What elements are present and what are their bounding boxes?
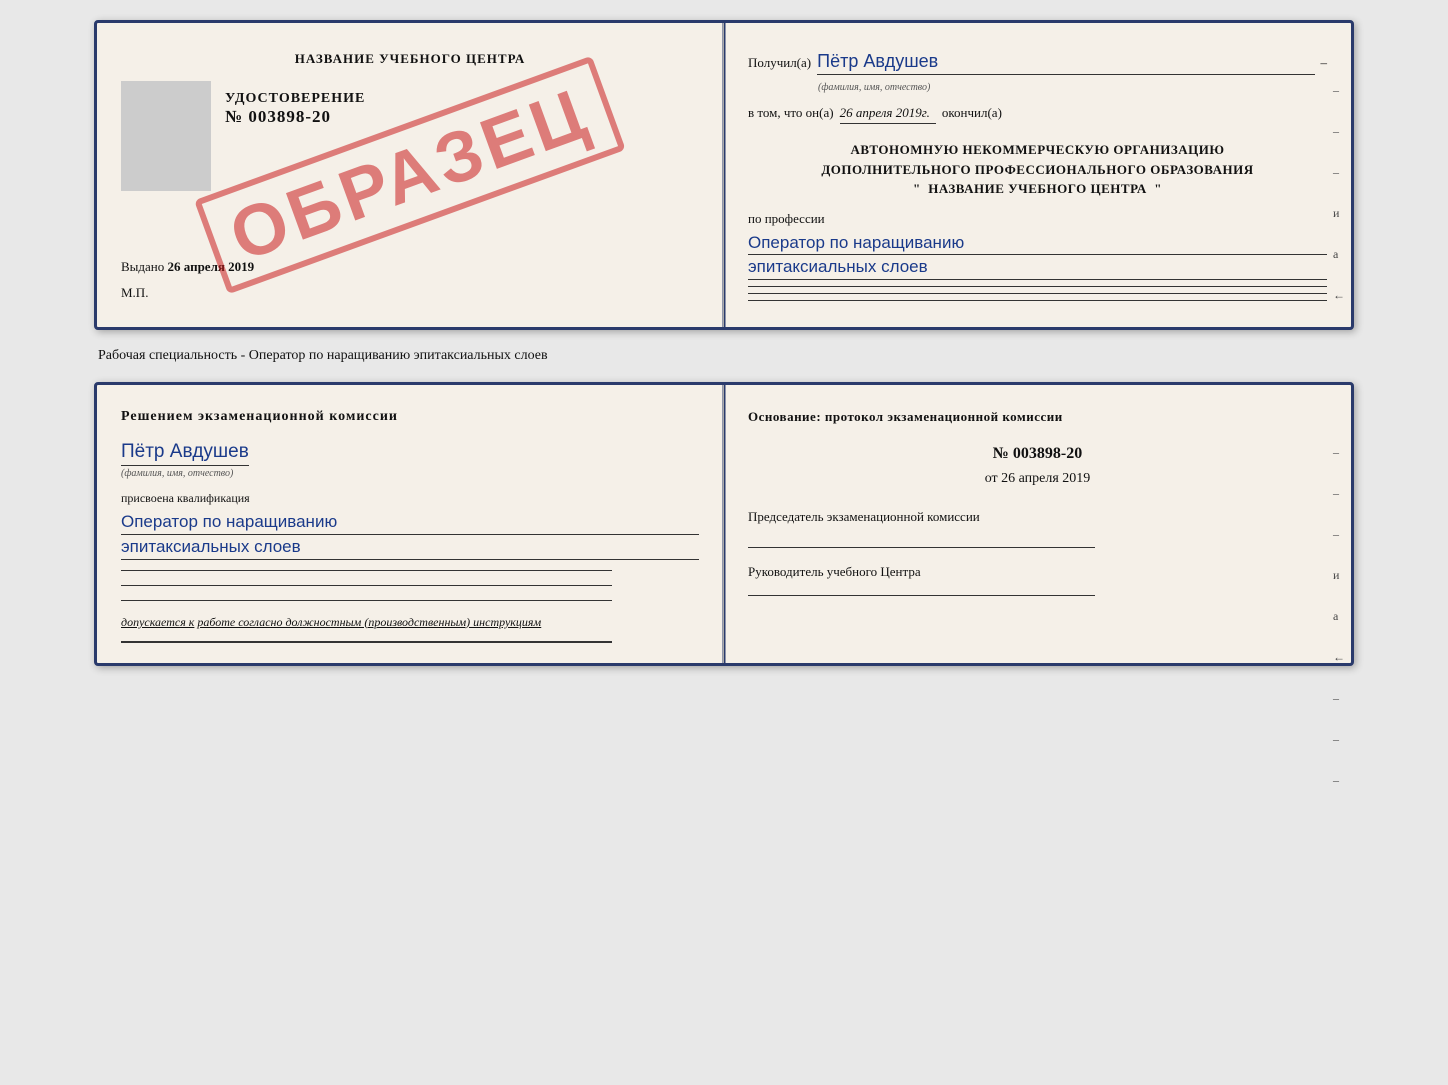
fio-hint-top: (фамилия, имя, отчество) xyxy=(818,82,930,93)
vydano-row: Выдано 26 апреля 2019 xyxy=(121,259,699,275)
ot-date: от 26 апреля 2019 xyxy=(748,471,1327,487)
po-professii-label: по профессии xyxy=(748,211,1327,227)
cert-title: НАЗВАНИЕ УЧЕБНОГО ЦЕНТРА xyxy=(121,51,699,67)
osnovanie-title: Основание: протокол экзаменационной коми… xyxy=(748,409,1327,425)
udostoverenie-block: УДОСТОВЕРЕНИЕ № 003898-20 xyxy=(225,91,365,127)
rukovoditel-label: Руководитель учебного Центра xyxy=(748,562,1327,582)
top-certificate-card: НАЗВАНИЕ УЧЕБНОГО ЦЕНТРА УДОСТОВЕРЕНИЕ №… xyxy=(94,20,1354,330)
bmark1: – xyxy=(1333,445,1345,460)
poluchil-dash: – xyxy=(1321,55,1328,71)
mark2: – xyxy=(1333,124,1345,139)
bottom-line3 xyxy=(121,600,612,601)
org-name-line: " НАЗВАНИЕ УЧЕБНОГО ЦЕНТРА " xyxy=(748,179,1327,199)
mp-label: М.П. xyxy=(121,285,699,301)
poluchil-prefix: Получил(а) xyxy=(748,55,811,71)
top-right-page: Получил(а) Пётр Авдушев – (фамилия, имя,… xyxy=(724,23,1351,327)
predsedatel-sign-line xyxy=(748,547,1095,548)
qualification-line2: эпитаксиальных слоев xyxy=(121,535,699,560)
bmark5: а xyxy=(1333,609,1345,624)
profession-line2: эпитаксиальных слоев xyxy=(748,255,1327,280)
qualification-line1: Оператор по наращиванию xyxy=(121,510,699,535)
predsedatel-label: Председатель экзаменационной комиссии xyxy=(748,507,1327,527)
protokol-number: № 003898-20 xyxy=(748,445,1327,463)
bmark9: – xyxy=(1333,773,1345,788)
vydano-prefix: Выдано xyxy=(121,259,164,274)
dopuskaetsya-prefix: допускается к xyxy=(121,615,194,629)
bottom-certificate-card: Решением экзаменационной комиссии Пётр А… xyxy=(94,382,1354,666)
photo-placeholder xyxy=(121,81,211,191)
bottom-line1 xyxy=(121,570,612,571)
org-quote2: " xyxy=(1154,181,1162,196)
resheniem-text: Решением экзаменационной комиссии xyxy=(121,409,699,425)
bottom-left-page: Решением экзаменационной комиссии Пётр А… xyxy=(97,385,724,663)
org-line1: АВТОНОМНУЮ НЕКОММЕРЧЕСКУЮ ОРГАНИЗАЦИЮ xyxy=(748,140,1327,160)
udostoverenie-number: № 003898-20 xyxy=(225,107,365,127)
bottom-fio-hint: (фамилия, имя, отчество) xyxy=(121,468,699,479)
org-block: АВТОНОМНУЮ НЕКОММЕРЧЕСКУЮ ОРГАНИЗАЦИЮ ДО… xyxy=(748,140,1327,199)
specialty-text: Рабочая специальность - Оператор по нара… xyxy=(94,348,1354,364)
mark5: а xyxy=(1333,247,1345,262)
udostoverenie-label: УДОСТОВЕРЕНИЕ xyxy=(225,91,365,107)
bottom-line5 xyxy=(121,642,612,643)
vtom-row: в том, что он(а) 26 апреля 2019г. окончи… xyxy=(748,105,1327,124)
mark6: ← xyxy=(1333,288,1345,303)
bmark4: и xyxy=(1333,568,1345,583)
mark4: и xyxy=(1333,206,1345,221)
ot-date-value: 26 апреля 2019 xyxy=(1001,471,1090,486)
poluchil-row: Получил(а) Пётр Авдушев – xyxy=(748,51,1327,75)
org-name: НАЗВАНИЕ УЧЕБНОГО ЦЕНТРА xyxy=(928,181,1147,196)
bottom-line2 xyxy=(121,585,612,586)
bottom-name: Пётр Авдушев xyxy=(121,441,249,466)
profession-line1: Оператор по наращиванию xyxy=(748,231,1327,256)
ot-prefix: от xyxy=(985,471,998,486)
bmark8: – xyxy=(1333,732,1345,747)
org-line2: ДОПОЛНИТЕЛЬНОГО ПРОФЕССИОНАЛЬНОГО ОБРАЗО… xyxy=(748,160,1327,180)
org-quote1: " xyxy=(913,181,921,196)
separator2 xyxy=(748,293,1327,294)
vtom-prefix: в том, что он(а) xyxy=(748,105,834,121)
recipient-name: Пётр Авдушев xyxy=(817,51,1314,75)
top-left-page: НАЗВАНИЕ УЧЕБНОГО ЦЕНТРА УДОСТОВЕРЕНИЕ №… xyxy=(97,23,724,327)
bottom-right-page: Основание: протокол экзаменационной коми… xyxy=(724,385,1351,663)
dopuskaetsya-link: работе согласно должностным (производств… xyxy=(197,615,541,629)
bmark7: – xyxy=(1333,691,1345,706)
mark3: – xyxy=(1333,165,1345,180)
bmark3: – xyxy=(1333,527,1345,542)
bmark2: – xyxy=(1333,486,1345,501)
rukovoditel-sign-line xyxy=(748,595,1095,596)
vtom-date: 26 апреля 2019г. xyxy=(840,105,936,124)
prisvoena-label: присвоена квалификация xyxy=(121,491,699,506)
separator3 xyxy=(748,300,1327,301)
okoncil-label: окончил(а) xyxy=(942,105,1002,121)
separator1 xyxy=(748,286,1327,287)
mark1: – xyxy=(1333,83,1345,98)
right-margin-marks-bottom: – – – и а ← – – – xyxy=(1333,445,1345,788)
vydano-date: 26 апреля 2019 xyxy=(168,259,255,274)
bottom-lines xyxy=(121,570,699,601)
right-margin-marks: – – – и а ← xyxy=(1333,83,1345,303)
dopuskaetsya-text: допускается к работе согласно должностны… xyxy=(121,613,699,631)
bmark6: ← xyxy=(1333,650,1345,665)
